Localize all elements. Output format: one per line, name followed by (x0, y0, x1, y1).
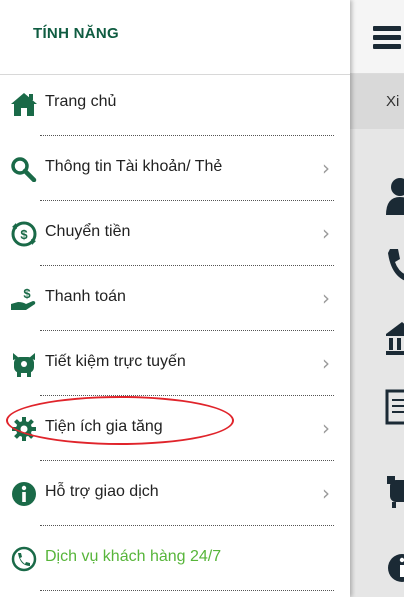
drawer-title: TÍNH NĂNG (33, 25, 120, 42)
chevron-right-icon: › (322, 221, 330, 245)
chevron-right-icon: › (322, 156, 330, 180)
info-icon (10, 481, 38, 507)
menu-item-online-savings[interactable]: Tiết kiệm trực tuyến › (0, 331, 350, 396)
search-icon (10, 156, 38, 183)
info-icon[interactable] (384, 548, 404, 588)
phone-support-icon (10, 546, 38, 572)
person-icon[interactable] (384, 175, 404, 215)
phone-icon[interactable] (384, 245, 404, 285)
menu-item-label: Tiết kiệm trực tuyến (45, 353, 186, 370)
menu-item-label: Chuyển tiền (45, 223, 131, 240)
chevron-right-icon: › (322, 481, 330, 505)
menu-item-customer-service[interactable]: Dịch vụ khách hàng 24/7 (0, 526, 350, 591)
drawer-header: TÍNH NĂNG (0, 0, 350, 75)
menu-item-money-transfer[interactable]: $ Chuyển tiền › (0, 201, 350, 266)
menu-item-label: Hỗ trợ giao dịch (45, 483, 159, 500)
highlight-annotation (6, 396, 234, 445)
app-subheader-text: Xi (386, 93, 400, 110)
payment-hand-icon: $ (10, 286, 38, 312)
chevron-right-icon: › (322, 416, 330, 440)
svg-text:$: $ (20, 227, 28, 242)
document-icon[interactable] (384, 388, 404, 428)
menu-item-label: Dịch vụ khách hàng 24/7 (45, 548, 222, 565)
bank-icon[interactable] (384, 318, 404, 358)
menu-item-account-info[interactable]: Thông tin Tài khoản/ Thẻ › (0, 136, 350, 201)
menu-item-label: Thông tin Tài khoản/ Thẻ (45, 158, 223, 175)
menu-item-label: Thanh toán (45, 288, 126, 305)
svg-text:$: $ (23, 286, 31, 301)
menu-item-transaction-support[interactable]: Hỗ trợ giao dịch › (0, 461, 350, 526)
piggy-bank-icon (10, 351, 38, 377)
navigation-drawer: TÍNH NĂNG Trang chủ Thông tin Tài khoản/… (0, 0, 350, 597)
piggy-bank-icon[interactable] (384, 470, 404, 510)
money-transfer-icon: $ (10, 221, 38, 247)
home-icon (10, 91, 38, 117)
menu-item-label: Trang chủ (45, 93, 117, 110)
menu-item-payment[interactable]: $ Thanh toán › (0, 266, 350, 331)
menu-item-home[interactable]: Trang chủ (0, 71, 350, 136)
chevron-right-icon: › (322, 286, 330, 310)
chevron-right-icon: › (322, 351, 330, 375)
hamburger-menu-icon[interactable] (373, 26, 401, 50)
divider (40, 590, 334, 591)
